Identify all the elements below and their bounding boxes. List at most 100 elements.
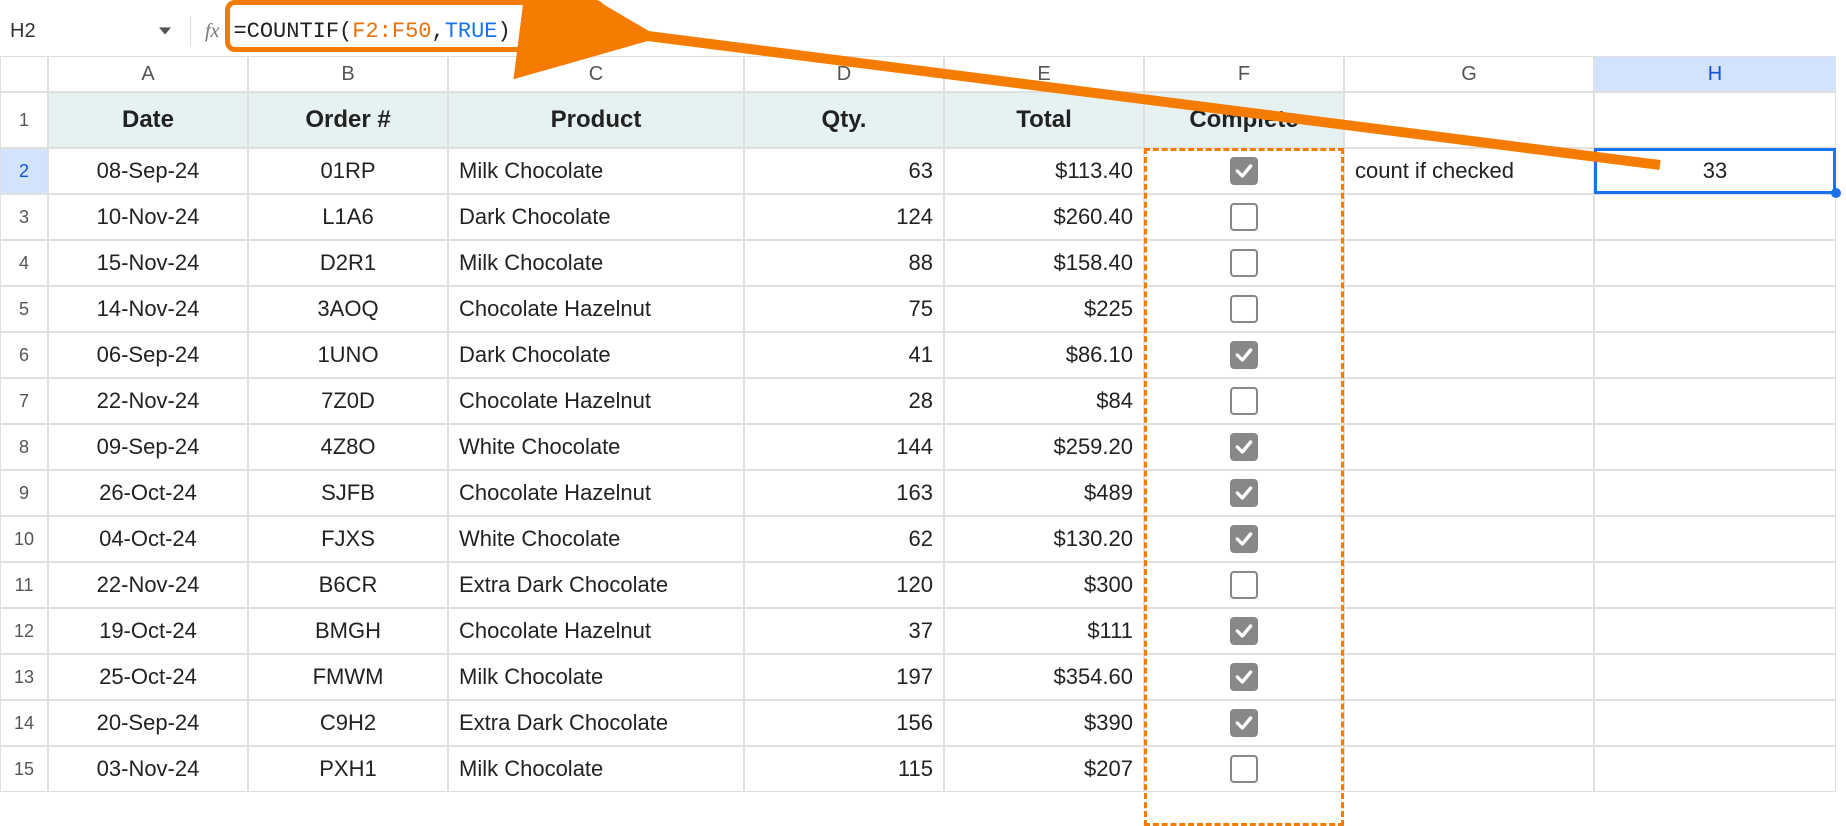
cell-product[interactable]: White Chocolate <box>448 516 744 562</box>
cell-order[interactable]: 01RP <box>248 148 448 194</box>
checkbox[interactable] <box>1230 387 1258 415</box>
cell-qty[interactable]: 41 <box>744 332 944 378</box>
checkbox[interactable] <box>1230 341 1258 369</box>
cell-date[interactable]: 09-Sep-24 <box>48 424 248 470</box>
cell-G9[interactable] <box>1344 470 1594 516</box>
cell-G12[interactable] <box>1344 608 1594 654</box>
col-header-D[interactable]: D <box>744 56 944 92</box>
cell-order[interactable]: BMGH <box>248 608 448 654</box>
cell-date[interactable]: 15-Nov-24 <box>48 240 248 286</box>
cell-qty[interactable]: 120 <box>744 562 944 608</box>
cell-date[interactable]: 19-Oct-24 <box>48 608 248 654</box>
cell-qty[interactable]: 156 <box>744 700 944 746</box>
cell-complete[interactable] <box>1144 608 1344 654</box>
row-header-15[interactable]: 15 <box>0 746 48 792</box>
cell-qty[interactable]: 163 <box>744 470 944 516</box>
col-header-G[interactable]: G <box>1344 56 1594 92</box>
cell-qty[interactable]: 28 <box>744 378 944 424</box>
cell-H3[interactable] <box>1594 194 1836 240</box>
cell-G10[interactable] <box>1344 516 1594 562</box>
cell-total[interactable]: $158.40 <box>944 240 1144 286</box>
cell-G5[interactable] <box>1344 286 1594 332</box>
cell-date[interactable]: 26-Oct-24 <box>48 470 248 516</box>
cell-total[interactable]: $260.40 <box>944 194 1144 240</box>
cell-date[interactable]: 04-Oct-24 <box>48 516 248 562</box>
cell-product[interactable]: Milk Chocolate <box>448 148 744 194</box>
cell-H5[interactable] <box>1594 286 1836 332</box>
cell-total[interactable]: $130.20 <box>944 516 1144 562</box>
cell-H15[interactable] <box>1594 746 1836 792</box>
cell-H11[interactable] <box>1594 562 1836 608</box>
cell-total[interactable]: $111 <box>944 608 1144 654</box>
cell-product[interactable]: Milk Chocolate <box>448 240 744 286</box>
col-header-A[interactable]: A <box>48 56 248 92</box>
checkbox[interactable] <box>1230 249 1258 277</box>
cell-total[interactable]: $354.60 <box>944 654 1144 700</box>
cell-H13[interactable] <box>1594 654 1836 700</box>
selection-fill-handle[interactable] <box>1831 188 1841 198</box>
cell-product[interactable]: Milk Chocolate <box>448 654 744 700</box>
header-date[interactable]: Date <box>48 92 248 148</box>
cell-product[interactable]: White Chocolate <box>448 424 744 470</box>
cell-total[interactable]: $84 <box>944 378 1144 424</box>
checkbox[interactable] <box>1230 433 1258 461</box>
cell-G14[interactable] <box>1344 700 1594 746</box>
cell-qty[interactable]: 115 <box>744 746 944 792</box>
cell-G13[interactable] <box>1344 654 1594 700</box>
cell-product[interactable]: Dark Chocolate <box>448 332 744 378</box>
cell-order[interactable]: C9H2 <box>248 700 448 746</box>
cell-complete[interactable] <box>1144 240 1344 286</box>
cell-G3[interactable] <box>1344 194 1594 240</box>
cell-complete[interactable] <box>1144 424 1344 470</box>
header-order[interactable]: Order # <box>248 92 448 148</box>
cell-date[interactable]: 08-Sep-24 <box>48 148 248 194</box>
cell-qty[interactable]: 124 <box>744 194 944 240</box>
row-header-2[interactable]: 2 <box>0 148 48 194</box>
cell-H9[interactable] <box>1594 470 1836 516</box>
checkbox[interactable] <box>1230 663 1258 691</box>
cell-order[interactable]: L1A6 <box>248 194 448 240</box>
col-header-B[interactable]: B <box>248 56 448 92</box>
cell-qty[interactable]: 37 <box>744 608 944 654</box>
cell-qty[interactable]: 144 <box>744 424 944 470</box>
cell-H1[interactable] <box>1594 92 1836 148</box>
checkbox[interactable] <box>1230 295 1258 323</box>
cell-H7[interactable] <box>1594 378 1836 424</box>
cell-date[interactable]: 03-Nov-24 <box>48 746 248 792</box>
col-header-C[interactable]: C <box>448 56 744 92</box>
cell-complete[interactable] <box>1144 470 1344 516</box>
checkbox[interactable] <box>1230 617 1258 645</box>
cell-order[interactable]: 1UNO <box>248 332 448 378</box>
row-header-4[interactable]: 4 <box>0 240 48 286</box>
spreadsheet-grid[interactable]: A B C D E F G H 1 Date Order # Product Q… <box>0 56 1846 792</box>
cell-date[interactable]: 22-Nov-24 <box>48 562 248 608</box>
cell-complete[interactable] <box>1144 562 1344 608</box>
cell-total[interactable]: $207 <box>944 746 1144 792</box>
cell-complete[interactable] <box>1144 332 1344 378</box>
cell-complete[interactable] <box>1144 654 1344 700</box>
row-header-7[interactable]: 7 <box>0 378 48 424</box>
cell-complete[interactable] <box>1144 746 1344 792</box>
cell-complete[interactable] <box>1144 516 1344 562</box>
checkbox[interactable] <box>1230 755 1258 783</box>
cell-H6[interactable] <box>1594 332 1836 378</box>
cell-product[interactable]: Chocolate Hazelnut <box>448 608 744 654</box>
cell-G1[interactable] <box>1344 92 1594 148</box>
row-header-10[interactable]: 10 <box>0 516 48 562</box>
row-header-9[interactable]: 9 <box>0 470 48 516</box>
cell-G6[interactable] <box>1344 332 1594 378</box>
cell-order[interactable]: SJFB <box>248 470 448 516</box>
cell-qty[interactable]: 63 <box>744 148 944 194</box>
cell-total[interactable]: $489 <box>944 470 1144 516</box>
row-header-13[interactable]: 13 <box>0 654 48 700</box>
select-all-corner[interactable] <box>0 56 48 92</box>
name-box-dropdown[interactable] <box>150 12 180 50</box>
cell-G15[interactable] <box>1344 746 1594 792</box>
cell-G2[interactable]: count if checked <box>1344 148 1594 194</box>
formula-bar[interactable]: =COUNTIF(F2:F50,TRUE) <box>227 17 516 46</box>
cell-H14[interactable] <box>1594 700 1836 746</box>
row-header-3[interactable]: 3 <box>0 194 48 240</box>
cell-date[interactable]: 06-Sep-24 <box>48 332 248 378</box>
cell-H8[interactable] <box>1594 424 1836 470</box>
row-header-12[interactable]: 12 <box>0 608 48 654</box>
